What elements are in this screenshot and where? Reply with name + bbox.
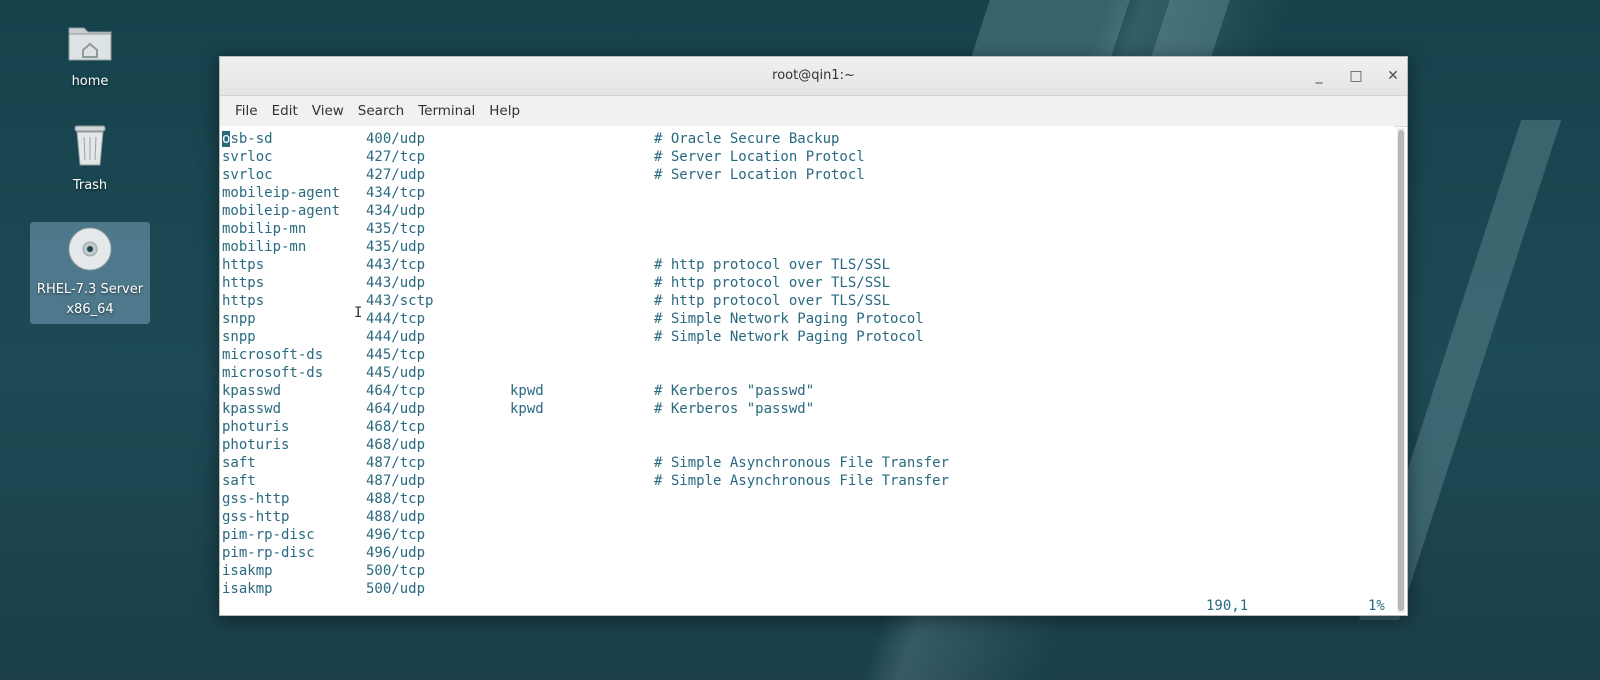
menu-edit[interactable]: Edit [265, 96, 305, 126]
terminal-field-name: saft [222, 473, 256, 489]
terminal-field-port: 496/tcp [366, 527, 426, 543]
terminal-field-name: svrloc [222, 149, 273, 165]
terminal-field-port: 468/tcp [366, 419, 426, 435]
terminal-content[interactable]: 190,1 1% osb-sd 400/udp # Oracle Secure Ba… [220, 126, 1394, 615]
terminal-field-comment: # Simple Asynchronous File Transfer [654, 473, 950, 489]
terminal-field-port: 443/sctp [366, 293, 434, 309]
terminal-field-port: 444/udp [366, 329, 426, 345]
terminal-field-port: 444/tcp [366, 311, 426, 327]
window-titlebar[interactable]: root@qin1:~ _ □ ✕ [220, 57, 1407, 96]
terminal-field-port: 500/tcp [366, 563, 426, 579]
menubar: File Edit View Search Terminal Help [220, 96, 1407, 127]
terminal-field-name: pim-rp-disc [222, 527, 315, 543]
trash-icon [30, 122, 150, 172]
terminal-field-comment: # http protocol over TLS/SSL [654, 257, 891, 273]
terminal-field-name: kpasswd [222, 401, 282, 417]
window-title: root@qin1:~ [772, 68, 855, 83]
terminal-field-name: pim-rp-disc [222, 545, 315, 561]
desktop-icon-home[interactable]: home [30, 20, 150, 92]
terminal-field-name: kpasswd [222, 383, 282, 399]
terminal-field-name: https [222, 293, 265, 309]
terminal-field-name: snpp [222, 311, 256, 327]
terminal-field-comment: # http protocol over TLS/SSL [654, 275, 891, 291]
wallpaper-stripe [970, 0, 1130, 60]
menu-view[interactable]: View [305, 96, 351, 126]
terminal-field-name: mobilip-mn [222, 239, 307, 255]
terminal-field-port: 443/tcp [366, 257, 426, 273]
terminal-field-port: 435/tcp [366, 221, 426, 237]
terminal-field-comment: # Kerberos "passwd" [654, 383, 815, 399]
terminal-field-name: isakmp [222, 581, 273, 597]
terminal-field-name: https [222, 257, 265, 273]
terminal-field-comment: # Server Location Protocl [654, 149, 865, 165]
terminal-field-port: 445/tcp [366, 347, 426, 363]
desktop-icon-label: RHEL-7.3 Server x86_64 [36, 282, 144, 317]
terminal-field-name: saft [222, 455, 256, 471]
terminal-field-comment: # Kerberos "passwd" [654, 401, 815, 417]
terminal-field-name: mobileip-agent [222, 203, 341, 219]
scroll-percent: 1% [1368, 598, 1385, 614]
terminal-field-comment: # Simple Asynchronous File Transfer [654, 455, 950, 471]
terminal-field-comment: # Simple Network Paging Protocol [654, 329, 924, 345]
terminal-field-name: gss-http [222, 491, 290, 507]
terminal-field-name: mobilip-mn [222, 221, 307, 237]
terminal-field-comment: # Oracle Secure Backup [654, 131, 840, 147]
terminal-field-name: isakmp [222, 563, 273, 579]
scrollbar[interactable] [1397, 128, 1405, 613]
terminal-field-comment: # Simple Network Paging Protocol [654, 311, 924, 327]
terminal-field-port: 487/tcp [366, 455, 426, 471]
menu-search[interactable]: Search [351, 96, 411, 126]
terminal-field-name: microsoft-ds [222, 347, 324, 363]
terminal-field-port: 488/udp [366, 509, 426, 525]
desktop-icon-label: Trash [72, 178, 108, 193]
terminal-field-name: osb-sd [222, 131, 273, 147]
terminal-field-port: 427/udp [366, 167, 426, 183]
menu-help[interactable]: Help [482, 96, 527, 126]
terminal-field-alias: kpwd [510, 401, 544, 417]
folder-home-icon [30, 20, 150, 68]
desktop-icon-rhel-disc[interactable]: RHEL-7.3 Server x86_64 [30, 222, 150, 324]
menu-terminal[interactable]: Terminal [411, 96, 482, 126]
terminal-field-port: 468/udp [366, 437, 426, 453]
terminal-field-name: svrloc [222, 167, 273, 183]
terminal-field-alias: kpwd [510, 383, 544, 399]
terminal-window: root@qin1:~ _ □ ✕ File Edit View Search … [219, 56, 1408, 616]
terminal-field-port: 445/udp [366, 365, 426, 381]
terminal-field-name: photuris [222, 419, 290, 435]
terminal-field-name: mobileip-agent [222, 185, 341, 201]
terminal-field-comment: # Server Location Protocl [654, 167, 865, 183]
terminal-field-port: 435/udp [366, 239, 426, 255]
scrollbar-thumb[interactable] [1398, 130, 1404, 611]
terminal-field-comment: # http protocol over TLS/SSL [654, 293, 891, 309]
close-button[interactable]: ✕ [1382, 65, 1404, 87]
menu-file[interactable]: File [228, 96, 265, 126]
terminal-field-name: photuris [222, 437, 290, 453]
terminal-field-port: 487/udp [366, 473, 426, 489]
terminal-field-port: 500/udp [366, 581, 426, 597]
maximize-button[interactable]: □ [1345, 65, 1367, 87]
terminal-field-port: 434/tcp [366, 185, 426, 201]
terminal-field-port: 443/udp [366, 275, 426, 291]
desktop-icon-trash[interactable]: Trash [30, 122, 150, 196]
terminal-field-port: 400/udp [366, 131, 426, 147]
cursor-position: 190,1 [1206, 598, 1249, 614]
desktop-icon-label: home [71, 74, 109, 89]
terminal-field-name: microsoft-ds [222, 365, 324, 381]
terminal-field-name: snpp [222, 329, 256, 345]
terminal-field-port: 464/udp [366, 401, 426, 417]
minimize-button[interactable]: _ [1308, 65, 1330, 87]
text-cursor: o [222, 131, 231, 147]
terminal-field-name: https [222, 275, 265, 291]
terminal-field-port: 434/udp [366, 203, 426, 219]
disc-icon [30, 226, 150, 276]
terminal-field-name: gss-http [222, 509, 290, 525]
terminal-field-port: 496/udp [366, 545, 426, 561]
terminal-field-port: 488/tcp [366, 491, 426, 507]
text-cursor-ibeam-icon: I [354, 305, 363, 321]
terminal-field-port: 464/tcp [366, 383, 426, 399]
terminal-field-port: 427/tcp [366, 149, 426, 165]
